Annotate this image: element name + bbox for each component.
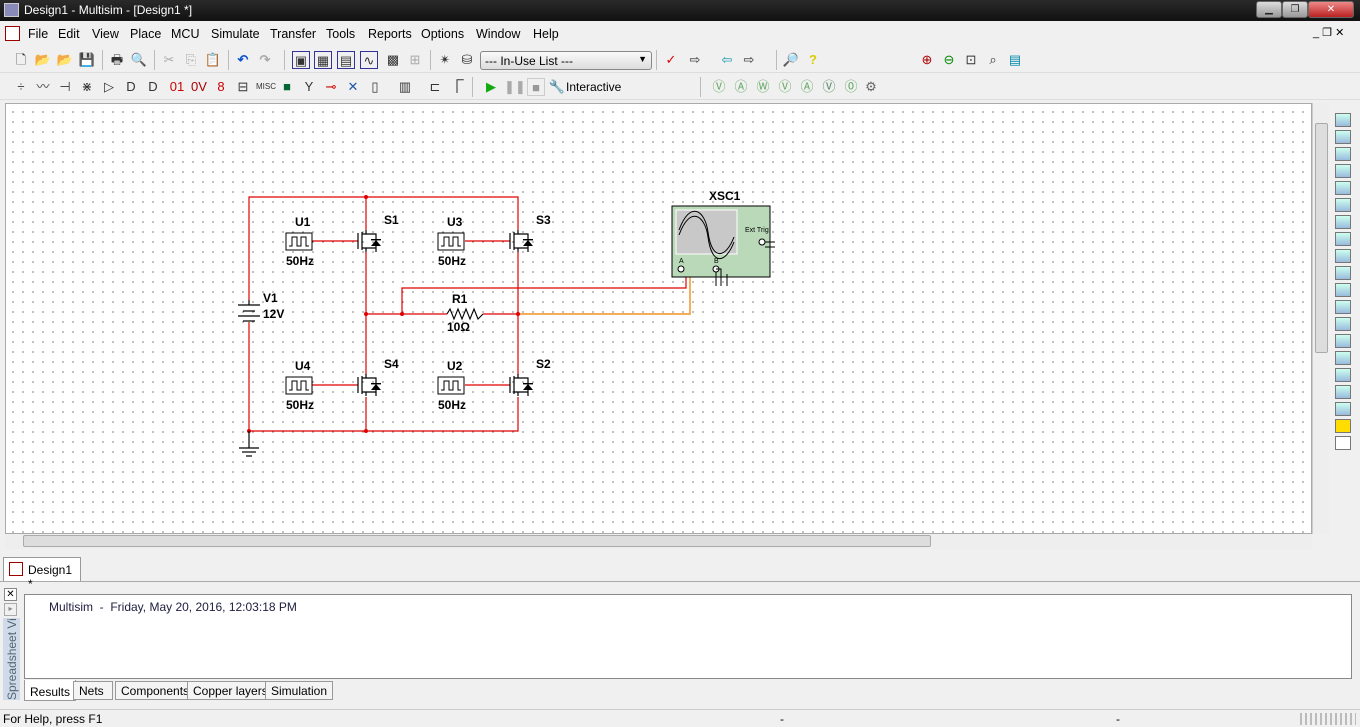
resistor-r1[interactable] — [446, 307, 484, 321]
tab-design1[interactable]: Design1 * — [3, 557, 81, 591]
u4-label: U4 — [295, 359, 311, 373]
status-bar: For Help, press F1 - - — [0, 709, 1360, 727]
r1-label: R1 — [452, 292, 468, 306]
ext-trig-label: Ext Trig — [745, 227, 769, 234]
s2-label: S2 — [536, 357, 551, 371]
v1-value: 12V — [263, 307, 285, 321]
vertical-scroll-thumb[interactable] — [1315, 123, 1328, 353]
spreadsheet-side-label: Spreadsheet View — [5, 618, 19, 700]
frequency-counter-icon[interactable] — [1335, 215, 1351, 229]
s1-label: S1 — [384, 213, 399, 227]
expand-panel-icon[interactable]: ▸ — [4, 603, 17, 616]
v1-label: V1 — [263, 291, 278, 305]
r1-value: 10Ω — [447, 320, 470, 334]
log-entry: Multisim - Friday, May 20, 2016, 12:03:1… — [49, 600, 297, 614]
tab-results[interactable]: Results — [24, 680, 77, 701]
status-help-text: For Help, press F1 — [3, 712, 103, 726]
u1-value: 50Hz — [286, 254, 315, 268]
agilent-oscilloscope-icon[interactable] — [1335, 385, 1351, 399]
network-analyzer-icon[interactable] — [1335, 334, 1351, 348]
u2-label: U2 — [447, 359, 463, 373]
schematic-icon — [9, 562, 23, 576]
tektronix-oscilloscope-icon[interactable] — [1335, 402, 1351, 416]
oscilloscope-icon[interactable] — [1335, 164, 1351, 178]
tab-copper-layers[interactable]: Copper layers — [187, 681, 274, 700]
u3-symbol — [437, 232, 465, 251]
tab-simulation[interactable]: Simulation — [265, 681, 334, 700]
u2-value: 50Hz — [438, 398, 467, 412]
document-tabs: Design1 * — [0, 556, 1360, 591]
word-generator-icon[interactable] — [1335, 232, 1351, 246]
spectrum-analyzer-icon[interactable] — [1335, 317, 1351, 331]
vertical-scrollbar[interactable] — [1312, 103, 1329, 534]
wattmeter-icon[interactable] — [1335, 147, 1351, 161]
channel-a-label: A — [679, 258, 684, 265]
u1-symbol — [285, 232, 313, 251]
probe-wire[interactable] — [518, 270, 691, 315]
spreadsheet-panel: ✕ ▸ Spreadsheet View Multisim - Friday, … — [0, 585, 1360, 705]
bode-plotter-icon[interactable] — [1335, 198, 1351, 212]
multimeter-icon[interactable] — [1335, 113, 1351, 127]
tab-components[interactable]: Components — [115, 681, 196, 700]
agilent-generator-icon[interactable] — [1335, 351, 1351, 365]
u3-label: U3 — [447, 215, 463, 229]
u2-symbol — [437, 376, 465, 395]
status-field: - — [1116, 712, 1120, 726]
iv-analyzer-icon[interactable] — [1335, 283, 1351, 297]
labview-icon[interactable] — [1335, 419, 1351, 433]
s3-label: S3 — [536, 213, 551, 227]
u4-symbol — [285, 376, 313, 395]
channel-b-label: B — [714, 258, 719, 265]
s4-label: S4 — [384, 357, 399, 371]
u4-value: 50Hz — [286, 398, 315, 412]
s4-symbol — [357, 374, 377, 396]
s1-symbol — [357, 230, 377, 252]
close-panel-icon[interactable]: ✕ — [4, 588, 17, 601]
logic-converter-icon[interactable] — [1335, 266, 1351, 280]
wire-scope-a — [401, 270, 687, 314]
horizontal-scroll-thumb[interactable] — [23, 535, 931, 547]
xsc1-label: XSC1 — [709, 189, 741, 203]
u3-value: 50Hz — [438, 254, 467, 268]
oscilloscope-xsc1[interactable] — [671, 205, 775, 286]
battery-v1[interactable] — [238, 300, 260, 322]
instruments-toolbar — [1333, 110, 1358, 580]
results-log[interactable]: Multisim - Friday, May 20, 2016, 12:03:1… — [24, 594, 1352, 679]
function-generator-icon[interactable] — [1335, 130, 1351, 144]
ground-icon[interactable] — [239, 431, 259, 457]
distortion-analyzer-icon[interactable] — [1335, 300, 1351, 314]
tab-nets[interactable]: Nets — [73, 681, 113, 700]
s2-symbol — [509, 374, 529, 396]
horizontal-scrollbar[interactable] — [5, 534, 1312, 549]
u1-label: U1 — [295, 215, 311, 229]
status-field: - — [780, 712, 784, 726]
current-probe-instrument-icon[interactable] — [1335, 436, 1351, 450]
s3-symbol — [509, 230, 529, 252]
four-channel-oscilloscope-icon[interactable] — [1335, 181, 1351, 195]
logic-analyzer-icon[interactable] — [1335, 249, 1351, 263]
spreadsheet-side-tab[interactable]: Spreadsheet View — [3, 618, 20, 700]
agilent-multimeter-icon[interactable] — [1335, 368, 1351, 382]
resize-grip[interactable] — [1300, 713, 1356, 725]
